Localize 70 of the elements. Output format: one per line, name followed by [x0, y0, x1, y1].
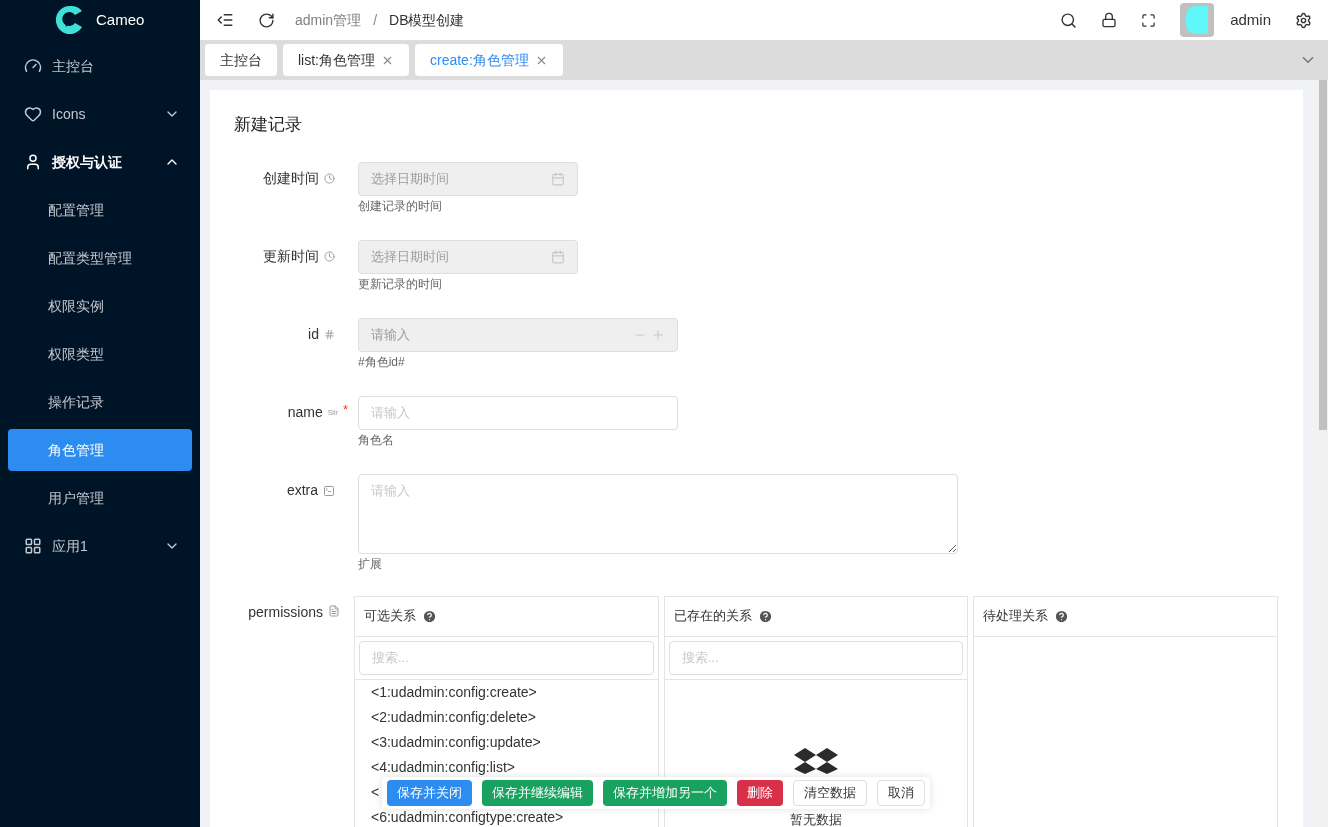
help-icon[interactable]	[1054, 608, 1070, 624]
empty-icon	[794, 747, 838, 774]
help-text: 角色名	[358, 431, 395, 449]
sidebar-group[interactable]: 授权与认证	[0, 138, 200, 186]
action-button[interactable]: 取消	[877, 780, 925, 806]
help-icon[interactable]	[422, 608, 437, 624]
help-text: #角色id#	[358, 353, 406, 371]
field-label: 更新时间	[263, 247, 319, 266]
search-icon[interactable]	[1060, 11, 1078, 29]
field-label: extra	[286, 481, 318, 500]
gauge-icon	[24, 57, 42, 75]
document-icon	[328, 604, 340, 617]
relation-item[interactable]: <	[371, 783, 380, 800]
relation-item[interactable]: <1:udadmin:config:create>	[371, 683, 537, 700]
relation-item[interactable]: <4:udadmin:config:list>	[371, 758, 515, 775]
grid-icon	[24, 537, 42, 555]
form-title: 新建记录	[234, 114, 303, 136]
action-button[interactable]: 清空数据	[793, 780, 867, 806]
help-text: 更新记录的时间	[358, 275, 443, 293]
terminal-icon	[323, 484, 335, 497]
field-label: id	[308, 325, 319, 344]
settings-icon[interactable]	[1295, 11, 1312, 29]
field-label: name	[287, 403, 323, 422]
type-tag: Str	[327, 406, 338, 419]
sidebar-group[interactable]: 主控台	[0, 42, 200, 90]
field-label: permissions	[248, 602, 323, 622]
sidebar-group[interactable]: 应用1	[0, 522, 200, 570]
action-button[interactable]: 删除	[737, 780, 783, 806]
relation-item[interactable]: <2:udadmin:config:delete>	[371, 708, 536, 725]
calendar-icon	[551, 171, 565, 186]
relation-item[interactable]: <3:udadmin:config:update>	[371, 733, 541, 750]
calendar-icon	[551, 249, 565, 264]
user-name[interactable]: admin	[1230, 8, 1271, 32]
search-field[interactable]: 搜索...	[359, 640, 654, 675]
field-label: 创建时间	[263, 169, 319, 188]
sidebar-item[interactable]: 配置类型管理	[8, 237, 192, 279]
help-text: 扩展	[358, 555, 383, 573]
heart-icon	[24, 105, 42, 123]
tab[interactable]: create:角色管理	[415, 44, 563, 76]
lock-icon[interactable]	[1101, 12, 1118, 28]
breadcrumb-item: DB模型创建	[389, 10, 465, 30]
tab[interactable]: list:角色管理	[283, 44, 409, 76]
menu-fold-icon[interactable]	[216, 11, 234, 29]
tab[interactable]: 主控台	[205, 44, 277, 76]
search-field[interactable]: 搜索...	[668, 640, 964, 675]
logo-icon	[56, 5, 84, 35]
user-icon	[24, 153, 42, 171]
help-text: 创建记录的时间	[358, 197, 443, 215]
sidebar-item[interactable]: 权限实例	[8, 285, 192, 327]
sidebar-group[interactable]: Icons	[0, 90, 200, 138]
sidebar-item[interactable]: 操作记录	[8, 381, 192, 423]
panel-title: 可选关系	[364, 607, 416, 626]
breadcrumb-separator: /	[373, 10, 378, 30]
required-mark: *	[342, 400, 348, 419]
empty-text: 暂无数据	[790, 810, 842, 827]
logo-text: Cameo	[96, 9, 145, 30]
sidebar-item[interactable]: 配置管理	[8, 189, 192, 231]
fullscreen-icon[interactable]	[1141, 12, 1157, 28]
scrollbar-thumb[interactable]	[1319, 80, 1327, 430]
sidebar-item[interactable]: 用户管理	[8, 477, 192, 519]
clock-icon	[324, 173, 335, 184]
breadcrumb-item[interactable]: admin管理	[295, 9, 362, 31]
panel-title: 待处理关系	[983, 607, 1049, 626]
sidebar-item[interactable]: 权限类型	[8, 333, 192, 375]
help-icon[interactable]	[757, 608, 773, 624]
hash-icon	[324, 329, 335, 340]
clock-icon	[324, 251, 335, 262]
panel-title: 已存在的关系	[673, 607, 752, 626]
refresh-icon[interactable]	[258, 11, 275, 29]
relation-item[interactable]: <6:udadmin:configtype:create>	[371, 808, 564, 825]
